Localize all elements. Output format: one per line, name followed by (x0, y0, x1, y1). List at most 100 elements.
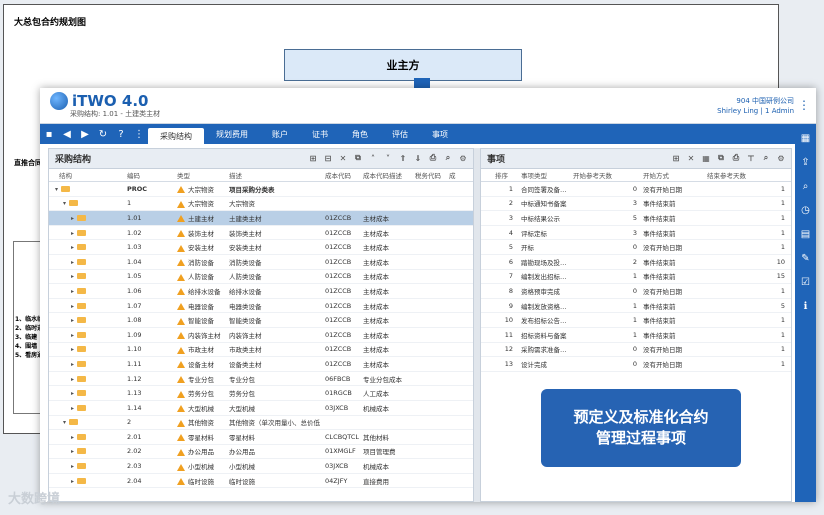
tree-cell[interactable]: ▸ (49, 229, 125, 237)
table-row[interactable]: 11 招标资料与备案 1 事件结束前 1 (481, 328, 791, 343)
table-row[interactable]: ▸ 1.02 装饰主材 装饰类主材 01ZCCB 主材成本 (49, 226, 473, 241)
expand-toggle-icon[interactable]: ▸ (71, 273, 74, 280)
search-icon[interactable]: ⌕ (442, 152, 454, 164)
table-row[interactable]: ▾ 1 大宗物资 大宗物资 (49, 197, 473, 212)
expand-toggle-icon[interactable]: ▸ (71, 390, 74, 397)
tree-cell[interactable]: ▸ (49, 345, 125, 353)
table-row[interactable]: ▸ 1.04 消防设备 消防类设备 01ZCCB 主材成本 (49, 255, 473, 270)
expand-toggle-icon[interactable]: ▾ (63, 200, 66, 207)
table-row[interactable]: ▸ 1.11 设备主材 设备类主材 01ZCCB 主材成本 (49, 357, 473, 372)
table-row[interactable]: ▸ 1.10 市政主材 市政类主材 01ZCCB 主材成本 (49, 343, 473, 358)
column-header[interactable]: 结构 (49, 170, 125, 180)
tree-cell[interactable]: ▸ (49, 389, 125, 397)
table-row[interactable]: ▸ 1.06 给排水设备 给排水设备 01ZCCB 主材成本 (49, 284, 473, 299)
expand-toggle-icon[interactable]: ▸ (71, 434, 74, 441)
table-row[interactable]: 2 中标通知书备案 3 事件结束前 1 (481, 197, 791, 212)
table-row[interactable]: ▸ 1.09 内装饰主材 内装饰主材 01ZCCB 主材成本 (49, 328, 473, 343)
export-icon[interactable]: ⇪ (795, 150, 816, 174)
table-row[interactable]: ▸ 1.13 劳务分包 劳务分包 01RGCB 人工成本 (49, 386, 473, 401)
expand-toggle-icon[interactable]: ▸ (71, 361, 74, 368)
info-icon[interactable]: ℹ (795, 294, 816, 318)
tab-events[interactable]: 事项 (420, 124, 460, 144)
wand-icon[interactable]: ✎ (795, 246, 816, 270)
table-row[interactable]: ▾ PROC 大宗物资 项目采购分类表 (49, 182, 473, 197)
table-row[interactable]: 12 采购需求准备… 0 没有开始日期 1 (481, 343, 791, 358)
tree-cell[interactable]: ▸ (49, 258, 125, 266)
table-row[interactable]: ▸ 1.12 专业分包 专业分包 06FBCB 专业分包成本 (49, 372, 473, 387)
expand-toggle-icon[interactable]: ▸ (71, 215, 74, 222)
tree-cell[interactable]: ▸ (49, 214, 125, 222)
tab-planned-cost[interactable]: 规划费用 (204, 124, 260, 144)
tree-cell[interactable]: ▸ (49, 447, 125, 455)
tree-cell[interactable]: ▾ (49, 199, 125, 207)
expand-toggle-icon[interactable]: ▸ (71, 478, 74, 485)
table-row[interactable]: 13 设计完成 0 没有开始日期 1 (481, 357, 791, 372)
table-row[interactable]: ▸ 2.04 临时设施 临时设施 04ZJFY 直接费用 (49, 474, 473, 489)
expand-toggle-icon[interactable]: ▾ (63, 419, 66, 426)
table-row[interactable]: 10 发布招标公告… 1 事件结束前 1 (481, 313, 791, 328)
table-row[interactable]: ▾ 2 其他物资 其他物资（单次用量小、总价低 (49, 416, 473, 431)
tree-cell[interactable]: ▸ (49, 360, 125, 368)
table-row[interactable]: 1 合同签署及备… 0 没有开始日期 1 (481, 182, 791, 197)
tree-cell[interactable]: ▸ (49, 287, 125, 295)
tree-cell[interactable]: ▸ (49, 302, 125, 310)
column-header[interactable]: 成本代码描述 (361, 170, 413, 180)
table-row[interactable]: ▸ 2.03 小型机械 小型机械 03JXCB 机械成本 (49, 459, 473, 474)
expand-toggle-icon[interactable]: ▸ (71, 303, 74, 310)
collapse-icon[interactable]: ⇓ (412, 152, 424, 164)
expand-toggle-icon[interactable]: ▸ (71, 317, 74, 324)
column-header[interactable]: 开始方式 (641, 170, 705, 180)
print-icon[interactable]: ⎙ (427, 152, 439, 164)
expand-toggle-icon[interactable]: ▸ (71, 448, 74, 455)
table-row[interactable]: ▸ 2.01 零星材料 零星材料 CLCBQTCL 其他材料 (49, 430, 473, 445)
new-subrecord-icon[interactable]: ⊟ (322, 152, 334, 164)
expand-toggle-icon[interactable]: ▾ (55, 186, 58, 193)
table-row[interactable]: ▸ 1.05 人防设备 人防类设备 01ZCCB 主材成本 (49, 270, 473, 285)
settings-icon[interactable]: ⚙ (457, 152, 469, 164)
expand-toggle-icon[interactable]: ▸ (71, 230, 74, 237)
more-menu-icon[interactable]: ⋮ (798, 98, 810, 112)
expand-toggle-icon[interactable]: ▸ (71, 376, 74, 383)
delete-icon[interactable]: ✕ (685, 152, 697, 164)
tree-cell[interactable]: ▸ (49, 316, 125, 324)
expand-toggle-icon[interactable]: ▸ (71, 405, 74, 412)
column-header[interactable]: 编码 (125, 170, 175, 180)
table-row[interactable]: 6 踏勘现场及投… 2 事件结束前 10 (481, 255, 791, 270)
new-record-icon[interactable]: ⊞ (670, 152, 682, 164)
forward-icon[interactable]: ▶ (76, 124, 94, 144)
table-row[interactable]: ▸ 1.14 大型机械 大型机械 03JXCB 机械成本 (49, 401, 473, 416)
help-icon[interactable]: ? (112, 124, 130, 144)
tree-cell[interactable]: ▸ (49, 272, 125, 280)
table-row[interactable]: ▸ 1.03 安装主材 安装类主材 01ZCCB 主材成本 (49, 240, 473, 255)
tree-cell[interactable]: ▸ (49, 331, 125, 339)
table-row[interactable]: 4 评标定标 3 事件结束前 1 (481, 226, 791, 241)
expand-toggle-icon[interactable]: ▸ (71, 259, 74, 266)
column-header[interactable]: 成 (447, 170, 467, 180)
expand-icon[interactable]: ⇑ (397, 152, 409, 164)
column-header[interactable]: 类型 (175, 170, 227, 180)
table-row[interactable]: ▸ 1.01 土建主材 土建类主材 01ZCCB 主材成本 (49, 211, 473, 226)
table-row[interactable]: ▸ 2.02 办公用品 办公用品 01XMGLF 项目管理费 (49, 445, 473, 460)
refresh-icon[interactable]: ↻ (94, 124, 112, 144)
table-row[interactable]: 3 中标结果公示 5 事件结束前 1 (481, 211, 791, 226)
expand-toggle-icon[interactable]: ▸ (71, 244, 74, 251)
company-info[interactable]: 904 中国研例公司 Shirley Ling | 1 Admin (717, 96, 794, 116)
tab-role[interactable]: 角色 (340, 124, 380, 144)
expand-toggle-icon[interactable]: ▸ (71, 332, 74, 339)
tab-procurement-structure[interactable]: 采购结构 (148, 128, 204, 144)
toolbar-menu-icon[interactable]: ⋮ (130, 124, 148, 144)
column-header[interactable]: 成本代码 (323, 170, 361, 180)
column-header[interactable]: 税务代码 (413, 170, 447, 180)
tree-cell[interactable]: ▸ (49, 243, 125, 251)
tree-cell[interactable]: ▸ (49, 462, 125, 470)
column-header[interactable]: 描述 (227, 170, 323, 180)
tree-cell[interactable]: ▾ (49, 185, 125, 193)
tab-certificate[interactable]: 证书 (300, 124, 340, 144)
grid-icon[interactable]: ▦ (795, 126, 816, 150)
tree-cell[interactable]: ▸ (49, 375, 125, 383)
column-header[interactable]: 结束参考天数 (705, 170, 789, 180)
search-icon[interactable]: ⌕ (795, 174, 816, 198)
document-icon[interactable]: ▤ (795, 222, 816, 246)
search-icon[interactable]: ⌕ (760, 152, 772, 164)
checkbox-icon[interactable]: ☑ (795, 270, 816, 294)
